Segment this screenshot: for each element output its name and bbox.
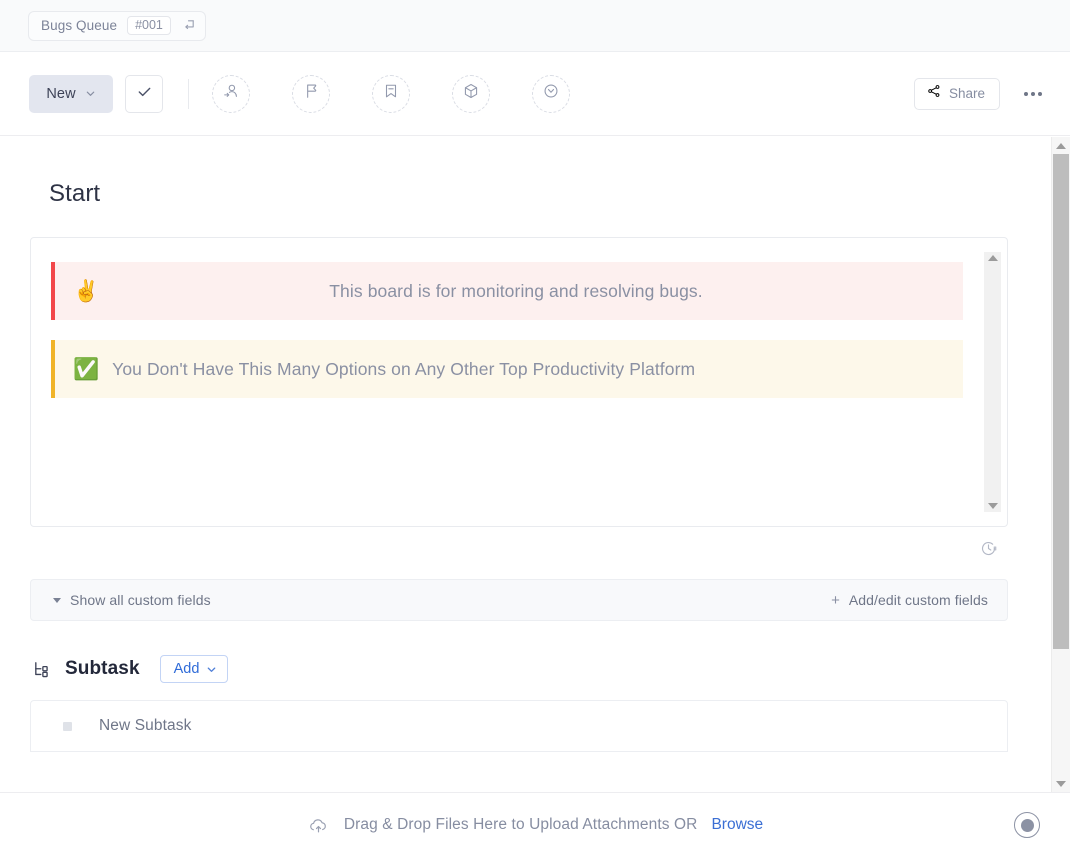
- add-edit-custom-fields-button[interactable]: + Add/edit custom fields: [831, 592, 988, 608]
- scrollbar-track[interactable]: [1052, 154, 1070, 775]
- victory-hand-emoji: ✌️: [73, 281, 99, 302]
- add-edit-custom-fields-label: Add/edit custom fields: [849, 592, 988, 608]
- scroll-down-arrow-icon[interactable]: [1056, 775, 1066, 792]
- cloud-upload-icon: [307, 814, 330, 837]
- share-button[interactable]: Share: [914, 78, 1000, 110]
- browse-link[interactable]: Browse: [711, 816, 763, 834]
- plus-icon: +: [831, 593, 840, 608]
- callout-block: ✌️ This board is for monitoring and reso…: [51, 262, 963, 320]
- subtask-header: Subtask Add: [32, 655, 1010, 683]
- chevron-down-icon: [206, 664, 217, 675]
- show-all-custom-fields-toggle[interactable]: Show all custom fields: [53, 592, 211, 608]
- description-scrollbar[interactable]: [984, 252, 1001, 512]
- callout-spacer: [31, 320, 1007, 340]
- circle-chevron-down-icon: [542, 82, 560, 105]
- breadcrumb-bar: Bugs Queue #001: [0, 0, 1070, 52]
- page-title: Start: [30, 136, 1010, 208]
- breadcrumb[interactable]: Bugs Queue #001: [28, 11, 206, 41]
- caret-down-icon: [53, 598, 61, 603]
- task-toolbar: New: [0, 52, 1070, 136]
- table-row[interactable]: New Subtask: [30, 700, 1008, 752]
- drop-instruction-text: Drag & Drop Files Here to Upload Attachm…: [344, 816, 698, 834]
- dependency-button[interactable]: [452, 75, 490, 113]
- description-card[interactable]: ✌️ This board is for monitoring and reso…: [30, 237, 1008, 527]
- ellipsis-menu-button[interactable]: [1018, 79, 1048, 109]
- more-actions-button[interactable]: [532, 75, 570, 113]
- flag-icon: [302, 82, 320, 105]
- add-subtask-label: Add: [174, 661, 200, 677]
- subtask-name[interactable]: New Subtask: [99, 717, 191, 735]
- cube-box-icon: [462, 82, 480, 105]
- ellipsis-icon: [1038, 92, 1042, 96]
- status-dropdown[interactable]: New: [29, 75, 113, 113]
- check-mark-button-emoji: ✅: [73, 359, 99, 380]
- task-body: Start ✌️ This board is for monitoring an…: [0, 136, 1070, 791]
- subtask-title: Subtask: [65, 658, 140, 680]
- record-button[interactable]: [1014, 812, 1040, 838]
- status-label: New: [46, 86, 75, 102]
- custom-fields-bar: Show all custom fields + Add/edit custom…: [30, 579, 1008, 621]
- breadcrumb-list-name[interactable]: Bugs Queue: [41, 18, 117, 33]
- toolbar-divider: [188, 79, 189, 109]
- callout-block: ✅ You Don't Have This Many Options on An…: [51, 340, 963, 398]
- record-button-icon: [1021, 819, 1034, 832]
- breadcrumb-task-id[interactable]: #001: [127, 16, 171, 36]
- subtask-tree-icon: [32, 659, 53, 680]
- description-content: ✌️ This board is for monitoring and reso…: [31, 238, 1007, 526]
- scrollbar-thumb[interactable]: [1053, 154, 1069, 649]
- clock-history-icon[interactable]: [979, 539, 998, 563]
- ellipsis-icon: [1024, 92, 1028, 96]
- tag-bookmark-icon: [382, 82, 400, 105]
- ellipsis-icon: [1031, 92, 1035, 96]
- tag-button[interactable]: [372, 75, 410, 113]
- priority-button[interactable]: [292, 75, 330, 113]
- share-label: Share: [949, 86, 985, 101]
- callout-text: You Don't Have This Many Options on Any …: [112, 359, 695, 380]
- history-row: [30, 527, 1008, 563]
- task-body-inner: Start ✌️ This board is for monitoring an…: [0, 136, 1040, 752]
- checkmark-icon: [136, 83, 153, 105]
- scroll-up-arrow-icon[interactable]: [1056, 137, 1066, 154]
- page-scrollbar[interactable]: [1051, 137, 1070, 792]
- external-link-icon[interactable]: [181, 18, 196, 33]
- assignee-button[interactable]: [212, 75, 250, 113]
- person-add-icon: [222, 82, 240, 105]
- add-subtask-button[interactable]: Add: [160, 655, 229, 683]
- file-drop-zone[interactable]: Drag & Drop Files Here to Upload Attachm…: [307, 814, 763, 837]
- callout-text: This board is for monitoring and resolvi…: [329, 281, 702, 302]
- show-all-custom-fields-label: Show all custom fields: [70, 592, 211, 608]
- attachment-footer: Drag & Drop Files Here to Upload Attachm…: [0, 792, 1070, 857]
- chevron-down-icon: [85, 88, 96, 99]
- share-nodes-icon: [927, 84, 941, 103]
- task-detail-view: Bugs Queue #001 New: [0, 0, 1070, 857]
- drag-handle-icon[interactable]: [63, 722, 72, 731]
- mark-complete-button[interactable]: [125, 75, 163, 113]
